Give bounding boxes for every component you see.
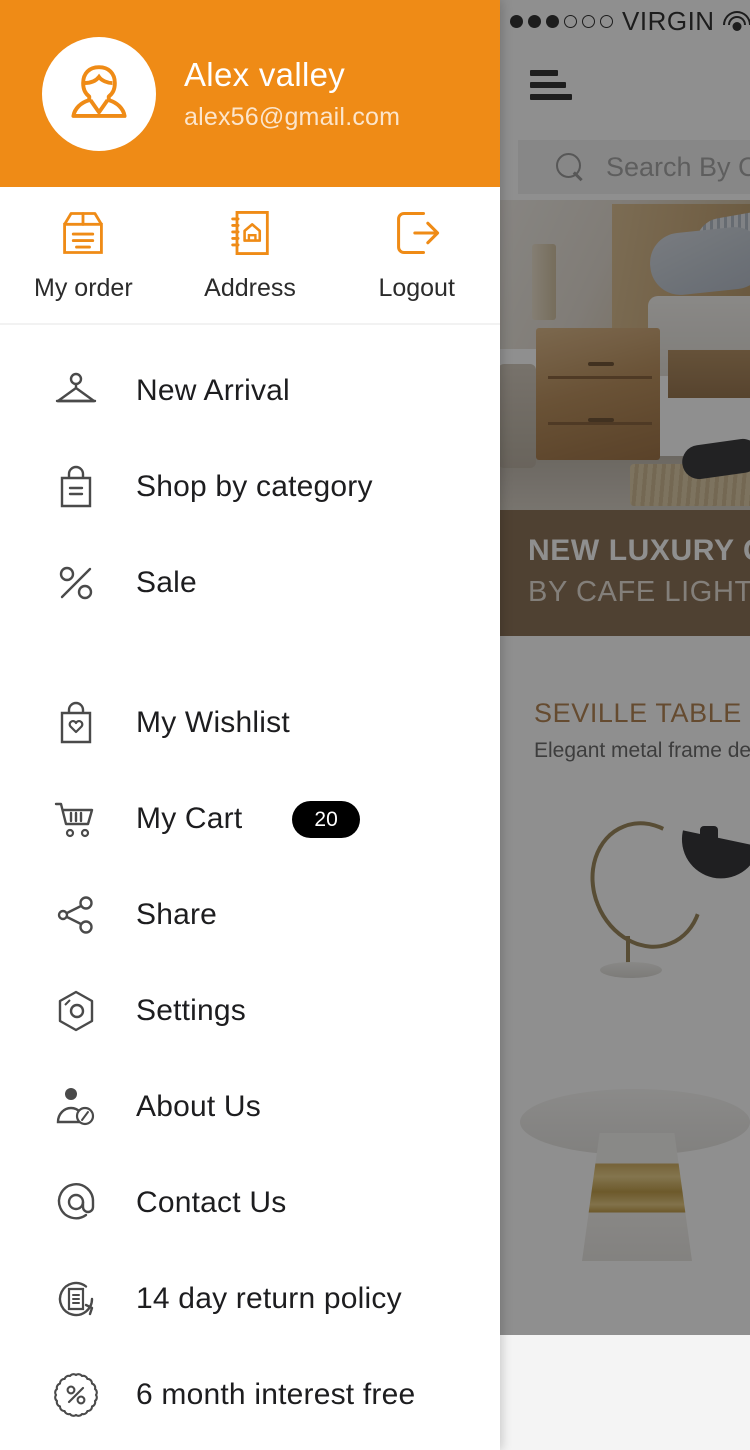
menu-item-contact-us[interactable]: Contact Us	[0, 1155, 500, 1251]
menu-item-label: Contact Us	[136, 1186, 287, 1219]
menu-item-label: Sale	[136, 566, 197, 599]
clothes-hanger-icon	[48, 367, 104, 415]
page-footer-area	[500, 1335, 750, 1450]
address-book-icon	[231, 211, 269, 255]
shopping-cart-icon	[48, 795, 104, 843]
quick-action-label: My order	[34, 274, 133, 302]
menu-item-label: My Wishlist	[136, 706, 290, 739]
percent-icon	[48, 559, 104, 607]
quick-action-logout[interactable]: Logout	[333, 207, 500, 303]
menu-group-separator	[0, 631, 500, 675]
profile-header[interactable]: Alex valley alex56@gmail.com	[0, 0, 500, 187]
menu-item-settings[interactable]: Settings	[0, 963, 500, 1059]
logout-arrow-icon	[396, 211, 439, 255]
profile-email: alex56@gmail.com	[184, 102, 401, 131]
menu-item-label: Share	[136, 898, 218, 931]
app-root: VIRGIN Search By Category NEW LUXURY COL…	[0, 0, 750, 1450]
menu-item-new-arrival[interactable]: New Arrival	[0, 343, 500, 439]
user-avatar-icon	[71, 64, 127, 118]
drawer-menu: New Arrival Shop by category Sale My Wis…	[0, 325, 500, 1443]
quick-actions-row: My order Address Logout	[0, 187, 500, 325]
menu-item-label: About Us	[136, 1090, 261, 1123]
avatar	[42, 36, 156, 151]
menu-item-label: My Cart	[136, 802, 243, 835]
menu-item-my-cart[interactable]: My Cart 20	[0, 771, 500, 867]
menu-item-shop-by-category[interactable]: Shop by category	[0, 439, 500, 535]
package-box-icon	[63, 212, 104, 254]
person-info-icon	[48, 1083, 104, 1131]
quick-action-label: Address	[204, 274, 296, 302]
menu-item-about-us[interactable]: About Us	[0, 1059, 500, 1155]
bag-heart-icon	[48, 699, 104, 747]
menu-group-account: My Wishlist My Cart 20 Share Settings Ab…	[0, 675, 500, 1443]
hexagon-gear-icon	[48, 987, 104, 1035]
shopping-bag-icon	[48, 463, 104, 511]
menu-item-interest-free[interactable]: 6 month interest free	[0, 1347, 500, 1443]
quick-action-label: Logout	[378, 274, 455, 302]
menu-item-sale[interactable]: Sale	[0, 535, 500, 631]
menu-item-label: 6 month interest free	[136, 1378, 416, 1411]
menu-item-label: Shop by category	[136, 470, 373, 503]
drawer-scrim-overlay[interactable]	[500, 0, 750, 1335]
percent-badge-icon	[48, 1371, 104, 1419]
menu-item-label: 14 day return policy	[136, 1282, 402, 1315]
cart-count-badge: 20	[292, 800, 360, 838]
profile-name: Alex valley	[184, 55, 346, 93]
navigation-drawer: Alex valley alex56@gmail.com My order Ad…	[0, 0, 500, 1450]
menu-item-label: New Arrival	[136, 374, 290, 407]
menu-item-share[interactable]: Share	[0, 867, 500, 963]
at-sign-icon	[48, 1179, 104, 1227]
share-nodes-icon	[48, 891, 104, 939]
menu-item-label: Settings	[136, 994, 246, 1027]
quick-action-address[interactable]: Address	[167, 207, 334, 303]
menu-item-return-policy[interactable]: 14 day return policy	[0, 1251, 500, 1347]
quick-action-my-order[interactable]: My order	[0, 207, 167, 303]
menu-group-shop: New Arrival Shop by category Sale	[0, 343, 500, 631]
document-return-icon	[48, 1275, 104, 1323]
menu-item-my-wishlist[interactable]: My Wishlist	[0, 675, 500, 771]
